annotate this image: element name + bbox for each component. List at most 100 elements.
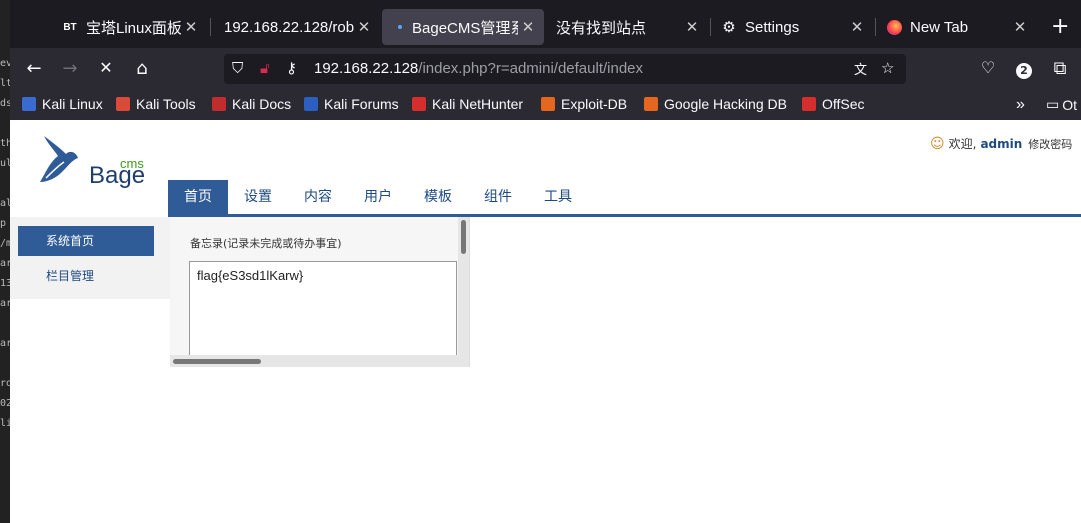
- memo-panel: 备忘录(记录未完成或待办事宜) flag{eS3sd1lKarw}: [170, 217, 470, 367]
- kali-icon: [22, 97, 36, 111]
- lock-insecure-icon[interactable]: 🔓︎: [260, 59, 270, 77]
- sidebar-item-system-home[interactable]: 系统首页: [18, 226, 154, 256]
- tab-baota[interactable]: BT 宝塔Linux面板 ✕: [52, 9, 207, 45]
- user-icon: ☺: [930, 135, 945, 152]
- terminal-line: al: [0, 198, 10, 209]
- firefox-icon: [886, 19, 902, 35]
- menu-item[interactable]: 用户: [348, 180, 408, 214]
- tab-title: BageCMS管理系: [412, 19, 518, 37]
- close-icon[interactable]: ✕: [847, 18, 867, 36]
- home-icon[interactable]: ⌂: [130, 58, 154, 79]
- ghdb-icon: [644, 97, 658, 111]
- tab-bagecms[interactable]: BageCMS管理系 ✕: [382, 9, 544, 45]
- translate-icon[interactable]: 文: [854, 59, 867, 78]
- terminal-line: /m: [0, 238, 10, 249]
- back-icon[interactable]: ←: [22, 58, 46, 79]
- folder-icon: ▭: [1046, 96, 1060, 112]
- sidebar: 系统首页 栏目管理: [10, 217, 170, 299]
- scroll-thumb[interactable]: [461, 220, 466, 254]
- new-tab-button[interactable]: +: [1051, 14, 1069, 39]
- terminal-line: th: [0, 138, 10, 149]
- navigation-bar: ← → ✕ ⌂ ⛉ 🔓︎ ⚷ 192.168.22.128/index.php?…: [10, 48, 1081, 90]
- welcome-text: 欢迎,: [948, 137, 977, 151]
- tab-robots[interactable]: 192.168.22.128/robo ✕: [214, 9, 380, 45]
- menu-item[interactable]: 设置: [228, 180, 288, 214]
- tab-new-tab[interactable]: New Tab ✕: [876, 9, 1036, 45]
- tab-title: 没有找到站点: [556, 19, 647, 37]
- bookmark-kali-linux[interactable]: Kali Linux: [22, 96, 103, 112]
- menu-item[interactable]: 模板: [408, 180, 468, 214]
- terminal-strip: ev lt ds th ul al p/m ar 13 ar ar ro 02 li: [0, 0, 10, 523]
- sidebar-item-column-management[interactable]: 栏目管理: [18, 261, 154, 291]
- menu-item[interactable]: 组件: [468, 180, 528, 214]
- tab-title: New Tab: [910, 18, 969, 36]
- bookmark-kali-nethunter[interactable]: Kali NetHunter: [412, 96, 523, 112]
- change-password-link[interactable]: 修改密码: [1028, 136, 1072, 152]
- url-bar[interactable]: ⛉ 🔓︎ ⚷ 192.168.22.128/index.php?r=admini…: [224, 54, 906, 84]
- web-page: cms Bage ☺ 欢迎, admin 修改密码 首页 设置 内容 用户 模板 组件 工具…: [10, 120, 1081, 523]
- gear-icon: ⚙: [722, 19, 736, 36]
- terminal-line: li: [0, 418, 10, 429]
- url-text[interactable]: 192.168.22.128/index.php?r=admini/defaul…: [314, 60, 643, 77]
- key-icon[interactable]: ⚷: [286, 59, 297, 77]
- tab-title: 宝塔Linux面板: [86, 19, 181, 37]
- terminal-line: ul: [0, 158, 10, 169]
- close-icon[interactable]: ✕: [354, 18, 374, 36]
- kali-forums-icon: [304, 97, 318, 111]
- close-icon[interactable]: ✕: [518, 18, 538, 36]
- loading-dot-icon: [392, 19, 408, 35]
- bookmark-exploit-db[interactable]: Exploit-DB: [541, 96, 627, 112]
- vertical-scrollbar[interactable]: [458, 217, 469, 355]
- terminal-line: lt: [0, 78, 10, 89]
- browser-window: BT 宝塔Linux面板 ✕ 192.168.22.128/robo ✕ Bag…: [10, 0, 1081, 523]
- crop-icon[interactable]: ⧉: [1048, 58, 1072, 79]
- terminal-line: 13: [0, 278, 10, 289]
- main-menu: 首页 设置 内容 用户 模板 组件 工具: [168, 180, 588, 214]
- forward-icon[interactable]: →: [58, 58, 82, 79]
- memo-textarea[interactable]: flag{eS3sd1lKarw}: [189, 261, 457, 356]
- terminal-line: p: [0, 218, 7, 229]
- tab-separator: [210, 18, 211, 36]
- exploit-db-icon: [541, 97, 555, 111]
- tab-title: 192.168.22.128/robo: [224, 18, 354, 36]
- scroll-thumb[interactable]: [173, 359, 261, 364]
- menu-item[interactable]: 工具: [528, 180, 588, 214]
- terminal-line: ar: [0, 258, 10, 269]
- tab-bar: BT 宝塔Linux面板 ✕ 192.168.22.128/robo ✕ Bag…: [10, 0, 1081, 48]
- stop-icon[interactable]: ✕: [94, 58, 118, 77]
- close-icon[interactable]: ✕: [181, 18, 201, 36]
- bagecms-logo: cms Bage: [32, 132, 152, 192]
- nethunter-icon: [412, 97, 426, 111]
- extensions-icon[interactable]: 2: [1012, 58, 1036, 79]
- bookmarks-overflow-chevron-icon[interactable]: »: [1016, 96, 1025, 114]
- kali-docs-icon: [212, 97, 226, 111]
- bt-favicon-icon: BT: [63, 21, 77, 33]
- close-icon[interactable]: ✕: [1010, 18, 1030, 36]
- terminal-line: ar: [0, 338, 10, 349]
- welcome-bar: ☺ 欢迎, admin 修改密码: [930, 135, 1072, 152]
- bookmark-kali-docs[interactable]: Kali Docs: [212, 96, 291, 112]
- offsec-icon: [802, 97, 816, 111]
- tab-title: Settings: [745, 18, 800, 36]
- shield-icon[interactable]: ⛉: [232, 59, 243, 77]
- bookmark-kali-tools[interactable]: Kali Tools: [116, 96, 196, 112]
- terminal-line: ds: [0, 98, 10, 109]
- username: admin: [980, 136, 1023, 151]
- bookmarks-bar: Kali Linux Kali Tools Kali Docs Kali For…: [10, 90, 1081, 120]
- pocket-icon[interactable]: ♡: [976, 58, 1000, 77]
- tab-settings[interactable]: ⚙ Settings ✕: [711, 9, 873, 45]
- menu-item[interactable]: 首页: [168, 180, 228, 214]
- terminal-line: 02: [0, 398, 10, 409]
- kali-tools-icon: [116, 97, 130, 111]
- other-bookmarks-folder[interactable]: ▭ Ot: [1046, 96, 1077, 113]
- extension-badge: 2: [1016, 63, 1032, 79]
- bookmark-offsec[interactable]: OffSec: [802, 96, 865, 112]
- menu-item[interactable]: 内容: [288, 180, 348, 214]
- bookmark-kali-forums[interactable]: Kali Forums: [304, 96, 399, 112]
- close-icon[interactable]: ✕: [682, 18, 702, 36]
- bookmark-google-hacking-db[interactable]: Google Hacking DB: [644, 96, 787, 112]
- tab-no-site[interactable]: 没有找到站点 ✕: [546, 9, 708, 45]
- logo-text: Bage: [89, 162, 146, 189]
- horizontal-scrollbar[interactable]: [170, 355, 469, 367]
- star-icon[interactable]: ☆: [881, 59, 894, 77]
